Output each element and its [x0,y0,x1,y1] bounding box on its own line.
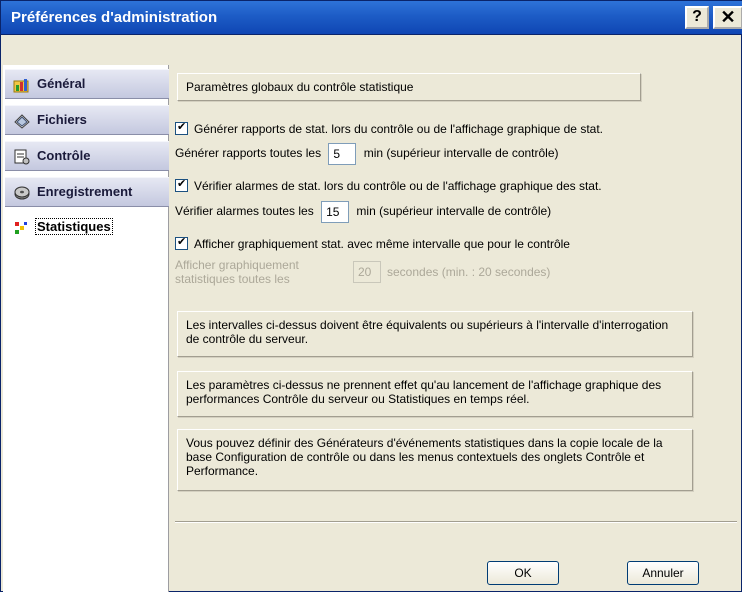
footer-divider [175,521,737,523]
verify-alarms-interval-label: Vérifier alarmes toutes les [175,204,314,219]
disk-icon [14,186,30,200]
stats-icon [15,222,27,234]
sidebar-item-label: Contrôle [37,148,91,163]
generate-reports-interval-suffix: min (supérieur intervalle de contrôle) [363,146,559,161]
generate-reports-checkbox[interactable]: Générer rapports de stat. lors du contrô… [175,120,603,136]
cancel-button[interactable]: Annuler [627,561,699,585]
sidebar-item-label: Enregistrement [37,184,133,199]
display-graph-label: Afficher graphiquement stat. avec même i… [194,237,570,251]
generate-reports-label: Générer rapports de stat. lors du contrô… [194,122,603,136]
info-text: Les paramètres ci-dessus ne prennent eff… [186,378,662,406]
help-button[interactable]: ? [685,6,709,29]
sidebar-item-recording[interactable]: Enregistrement [5,177,169,207]
preferences-dialog: Préférences d'administration ? ✕ Général… [0,0,742,592]
info-box-intervals: Les intervalles ci-dessus doivent être é… [177,311,693,357]
verify-alarms-interval-suffix: min (supérieur intervalle de contrôle) [356,204,552,219]
info-text: Vous pouvez définir des Générateurs d'év… [186,436,663,478]
title-bar[interactable]: Préférences d'administration ? ✕ [1,1,742,35]
verify-alarms-interval-input[interactable]: 15 [321,201,350,223]
sidebar-item-files[interactable]: Fichiers [5,105,169,135]
display-graph-interval-input: 20 [353,261,381,283]
info-box-effect: Les paramètres ci-dessus ne prennent eff… [177,371,693,417]
display-graph-interval-label-2: statistiques toutes les [175,272,290,286]
section-title: Paramètres globaux du contrôle statistiq… [186,80,414,94]
sidebar-item-control[interactable]: Contrôle [5,141,169,171]
section-header: Paramètres globaux du contrôle statistiq… [177,73,641,101]
files-icon [14,114,30,129]
verify-alarms-label: Vérifier alarmes de stat. lors du contrô… [194,179,602,193]
sidebar-item-label: Général [37,76,86,91]
info-box-generators: Vous pouvez définir des Générateurs d'év… [177,429,693,491]
display-graph-interval-suffix: secondes (min. : 20 secondes) [387,265,551,279]
sidebar-item-statistics[interactable]: Statistiques [5,213,165,243]
checkbox-checked-icon[interactable] [175,120,188,135]
window-title: Préférences d'administration [11,9,218,26]
sidebar-item-label: Statistiques [35,218,113,235]
display-graph-checkbox[interactable]: Afficher graphiquement stat. avec même i… [175,235,570,251]
checkbox-checked-icon[interactable] [175,235,188,250]
sidebar-item-label: Fichiers [37,112,87,127]
folder-chart-icon [13,79,29,93]
generate-reports-interval-label: Générer rapports toutes les [175,146,322,161]
monitor-icon [14,149,30,165]
info-text: Les intervalles ci-dessus doivent être é… [186,318,669,346]
sidebar-item-general[interactable]: Général [5,69,169,99]
verify-alarms-checkbox[interactable]: Vérifier alarmes de stat. lors du contrô… [175,177,602,193]
generate-reports-interval-input[interactable]: 5 [328,143,357,165]
verify-alarms-interval-row: Vérifier alarmes toutes les 15 min (supé… [175,201,551,223]
display-graph-interval-label-1: Afficher graphiquement [175,258,299,272]
generate-reports-interval-row: Générer rapports toutes les 5 min (supér… [175,143,559,165]
ok-button[interactable]: OK [487,561,559,585]
close-button[interactable]: ✕ [713,6,742,29]
checkbox-checked-icon[interactable] [175,177,188,192]
